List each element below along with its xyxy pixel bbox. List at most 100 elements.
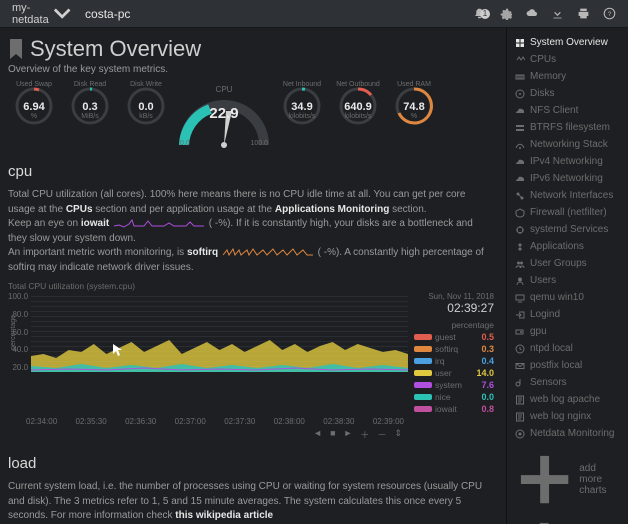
ipv4-icon [515, 157, 525, 167]
gauge-cpu[interactable]: CPU 22.9 0.0 100.0 [176, 83, 272, 149]
caret-down-icon [53, 4, 71, 22]
gauges-row: Used Swap 6.94 % Disk Read 0.3 MiB/s Dis… [8, 83, 494, 149]
legend-chip [414, 346, 432, 352]
sidebar-item-label: web log nginx [530, 411, 591, 422]
help-button[interactable]: ? [596, 7, 622, 20]
sidebar-item-label: systemd Services [530, 224, 608, 235]
link-wikipedia[interactable]: this wikipedia article [175, 510, 273, 521]
gauge-net-out[interactable]: Net Outbound 640.9 kilobits/s [332, 83, 384, 120]
main-content: System Overview Overview of the key syst… [0, 28, 506, 524]
sidebar-item-firewall-netfilter-[interactable]: Firewall (netfilter) [507, 204, 628, 221]
add-alarms-button[interactable]: add more alarms [507, 513, 628, 524]
sidebar-item-label: IPv6 Networking [530, 173, 603, 184]
sidebar-item-label: Netdata Monitoring [530, 428, 615, 439]
print-button[interactable] [570, 7, 596, 20]
gauge-disk-write[interactable]: Disk Write 0.0 kB/s [120, 83, 172, 120]
save-button[interactable] [544, 7, 570, 20]
iface-icon [515, 191, 525, 201]
sidebar-item-user-groups[interactable]: User Groups [507, 255, 628, 272]
legend-item-irq[interactable]: irq0.4 [414, 355, 494, 367]
topbar: my-netdata costa-pc 1 ? [0, 0, 628, 28]
cloud-button[interactable] [518, 7, 544, 20]
ipv6-icon [515, 174, 525, 184]
ugrp-icon [515, 259, 525, 269]
users-icon [515, 276, 525, 286]
chart-zoomout-button[interactable]: － [375, 428, 388, 441]
x-axis: 02:34:0002:35:3002:36:3002:37:0002:37:30… [8, 415, 494, 426]
svg-text:?: ? [607, 11, 611, 18]
link-apps-monitoring[interactable]: Applications Monitoring [275, 204, 389, 215]
legend-item-guest[interactable]: guest0.5 [414, 331, 494, 343]
legend-item-nice[interactable]: nice0.0 [414, 391, 494, 403]
sidebar-item-web-log-nginx[interactable]: web log nginx [507, 408, 628, 425]
sidebar-item-system-overview[interactable]: System Overview [507, 34, 628, 51]
page-title-row: System Overview [8, 36, 494, 62]
section-load-heading: load [8, 455, 494, 472]
sidebar-item-label: Disks [530, 88, 554, 99]
chart-reset-button[interactable]: ■ [328, 428, 337, 441]
link-cpus[interactable]: CPUs [66, 204, 93, 215]
sidebar-item-systemd-services[interactable]: systemd Services [507, 221, 628, 238]
sidebar-item-btrfs-filesystem[interactable]: BTRFS filesystem [507, 119, 628, 136]
legend-chip [414, 370, 432, 376]
gauge-net-in[interactable]: Net Inbound 34.9 kilobits/s [276, 83, 328, 120]
chart-resize-button[interactable]: ⇕ [392, 428, 404, 441]
alarms-button[interactable]: 1 [466, 7, 492, 20]
sidebar-item-logind[interactable]: Logind [507, 306, 628, 323]
sidebar-item-applications[interactable]: Applications [507, 238, 628, 255]
chart-left-button[interactable]: ◄ [311, 428, 324, 441]
add-charts-button[interactable]: add more charts [507, 446, 628, 513]
download-icon [551, 7, 564, 20]
sidebar-item-label: BTRFS filesystem [530, 122, 610, 133]
hostname: costa-pc [85, 7, 130, 21]
legend-item-iowait[interactable]: iowait0.8 [414, 403, 494, 415]
gauge-swap[interactable]: Used Swap 6.94 % [8, 83, 60, 120]
sidebar-item-web-log-apache[interactable]: web log apache [507, 391, 628, 408]
sidebar-item-ntpd-local[interactable]: ntpd local [507, 340, 628, 357]
legend-item-user[interactable]: user14.0 [414, 367, 494, 379]
cloud-icon [525, 7, 538, 20]
sidebar-item-label: NFS Client [530, 105, 578, 116]
sidebar-item-memory[interactable]: Memory [507, 68, 628, 85]
sidebar-item-label: System Overview [530, 37, 608, 48]
sidebar-item-ipv6-networking[interactable]: IPv6 Networking [507, 170, 628, 187]
sidebar-item-label: Networking Stack [530, 139, 608, 150]
section-cpu-heading: cpu [8, 163, 494, 180]
chart-right-button[interactable]: ► [342, 428, 355, 441]
page-title: System Overview [30, 36, 201, 62]
sidebar-item-sensors[interactable]: Sensors [507, 374, 628, 391]
sidebar-item-disks[interactable]: Disks [507, 85, 628, 102]
cpu-chart[interactable]: percentage 100.080.060.040.020.0 Sun, No… [8, 292, 494, 415]
sidebar-item-postfix-local[interactable]: postfix local [507, 357, 628, 374]
softirq-sparkline [223, 247, 313, 257]
web-icon [515, 412, 525, 422]
sidebar-item-gpu[interactable]: gpu [507, 323, 628, 340]
gauge-ram[interactable]: Used RAM 74.8 % [388, 83, 440, 120]
sidebar-item-qemu-win10[interactable]: qemu win10 [507, 289, 628, 306]
sidebar-item-netdata-monitoring[interactable]: Netdata Monitoring [507, 425, 628, 442]
sidebar-item-networking-stack[interactable]: Networking Stack [507, 136, 628, 153]
disk-icon [515, 89, 525, 99]
sidebar-item-network-interfaces[interactable]: Network Interfaces [507, 187, 628, 204]
sidebar-item-users[interactable]: Users [507, 272, 628, 289]
sidebar-item-cpus[interactable]: CPUs [507, 51, 628, 68]
bookmark-icon [8, 39, 24, 59]
chart-zoomin-button[interactable]: ＋ [358, 428, 371, 441]
settings-button[interactable] [492, 7, 518, 20]
sidebar-item-label: Network Interfaces [530, 190, 613, 201]
sidebar: System Overview CPUsMemory Disks NFS Client… [506, 28, 628, 524]
cpu-plot-area[interactable] [31, 292, 408, 372]
plus-icon [515, 517, 573, 524]
legend-chip [414, 394, 432, 400]
sidebar-item-ipv4-networking[interactable]: IPv4 Networking [507, 153, 628, 170]
host-selector[interactable]: my-netdata [6, 2, 77, 26]
legend-item-softirq[interactable]: softirq0.3 [414, 343, 494, 355]
cpu-legend: Sun, Nov 11, 2018 02:39:27 percentage gu… [408, 292, 494, 415]
cpu-description: Total CPU utilization (all cores). 100% … [8, 188, 494, 275]
fw-icon [515, 208, 525, 218]
print-icon [577, 7, 590, 20]
gauge-disk-read[interactable]: Disk Read 0.3 MiB/s [64, 83, 116, 120]
legend-item-system[interactable]: system7.6 [414, 379, 494, 391]
legend-chip [414, 406, 432, 412]
sidebar-item-nfs-client[interactable]: NFS Client [507, 102, 628, 119]
